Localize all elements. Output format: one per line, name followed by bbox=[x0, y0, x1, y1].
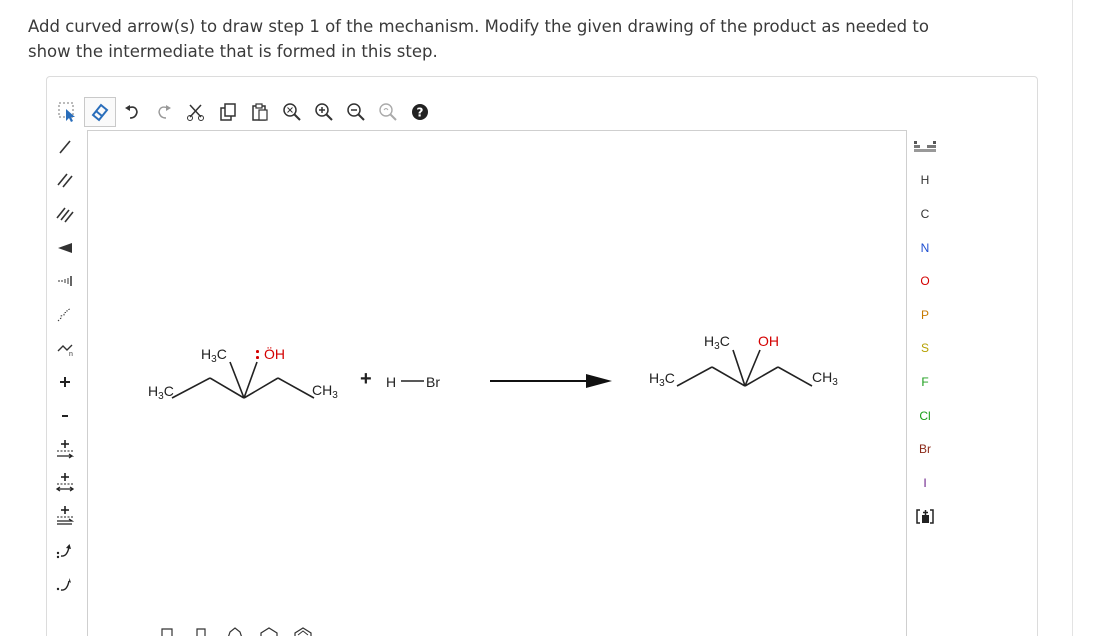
reactant-top-methyl[interactable]: H3C bbox=[201, 346, 227, 365]
product-left-methyl[interactable]: H3C bbox=[649, 370, 675, 389]
element-s[interactable]: S bbox=[908, 332, 942, 366]
paste-icon[interactable] bbox=[244, 97, 276, 127]
plus-sign: + bbox=[360, 368, 372, 390]
element-f[interactable]: F bbox=[908, 365, 942, 399]
element-n[interactable]: N bbox=[908, 231, 942, 265]
curved-arrow-single-icon[interactable] bbox=[48, 567, 82, 601]
bottom-toolbar bbox=[150, 626, 320, 636]
reactant-right-methyl[interactable]: CH3 bbox=[312, 382, 338, 401]
cyclopentane-template-icon[interactable] bbox=[218, 626, 252, 636]
reactant-left-methyl[interactable]: H3C bbox=[148, 383, 174, 402]
atom-template-icon[interactable] bbox=[908, 500, 942, 534]
positive-charge-icon[interactable] bbox=[48, 365, 82, 399]
product-hydroxyl[interactable]: OH bbox=[758, 333, 779, 349]
wedge-bond-icon[interactable] bbox=[48, 231, 82, 265]
left-toolbar: n bbox=[48, 130, 82, 600]
right-toolbar: H C N O P S F Cl Br I bbox=[908, 130, 942, 533]
product-right-methyl[interactable]: CH3 bbox=[812, 369, 838, 388]
curved-arrow-pair-icon[interactable] bbox=[48, 533, 82, 567]
negative-charge-icon[interactable] bbox=[48, 399, 82, 433]
product-top-methyl[interactable]: H3C bbox=[704, 333, 730, 352]
redo-icon[interactable] bbox=[148, 97, 180, 127]
hash-bond-icon[interactable] bbox=[48, 264, 82, 298]
reactant-hydroxyl[interactable]: ÖH bbox=[264, 346, 285, 362]
zoom-in-icon[interactable] bbox=[308, 97, 340, 127]
cyclohexane-template-icon[interactable] bbox=[252, 626, 286, 636]
double-bond-icon[interactable] bbox=[48, 164, 82, 198]
element-i[interactable]: I bbox=[908, 466, 942, 500]
zoom-fit-icon[interactable] bbox=[276, 97, 308, 127]
help-icon[interactable]: ? bbox=[404, 97, 436, 127]
cut-icon[interactable] bbox=[180, 97, 212, 127]
drawing-canvas[interactable] bbox=[87, 130, 907, 636]
clean-icon[interactable] bbox=[372, 97, 404, 127]
zoom-out-icon[interactable] bbox=[340, 97, 372, 127]
element-br[interactable]: Br bbox=[908, 432, 942, 466]
element-c[interactable]: C bbox=[908, 197, 942, 231]
add-radical-icon[interactable] bbox=[48, 466, 82, 500]
element-h[interactable]: H bbox=[908, 164, 942, 198]
erase-icon[interactable] bbox=[84, 97, 116, 127]
chain-icon[interactable]: n bbox=[48, 332, 82, 366]
select-icon[interactable] bbox=[52, 97, 84, 127]
cyclopropane-template-icon[interactable] bbox=[150, 626, 184, 636]
svg-text:n: n bbox=[69, 351, 73, 358]
svg-text:?: ? bbox=[417, 106, 424, 120]
reagent-bromine[interactable]: Br bbox=[426, 374, 440, 390]
top-toolbar: ? bbox=[52, 96, 436, 128]
oxygen-lone-pair-left-bottom bbox=[256, 356, 259, 359]
add-lone-pair-icon[interactable] bbox=[48, 432, 82, 466]
triple-bond-icon[interactable] bbox=[48, 197, 82, 231]
element-cl[interactable]: Cl bbox=[908, 399, 942, 433]
benzene-template-icon[interactable] bbox=[286, 626, 320, 636]
single-bond-icon[interactable] bbox=[48, 130, 82, 164]
wavy-bond-icon[interactable] bbox=[48, 298, 82, 332]
right-panel-divider bbox=[1072, 0, 1073, 636]
element-p[interactable]: P bbox=[908, 298, 942, 332]
oxygen-lone-pair-left-top bbox=[256, 350, 259, 353]
element-o[interactable]: O bbox=[908, 264, 942, 298]
reagent-hydrogen[interactable]: H bbox=[386, 374, 396, 390]
undo-icon[interactable] bbox=[116, 97, 148, 127]
cyclobutane-template-icon[interactable] bbox=[184, 626, 218, 636]
periodic-table-icon[interactable] bbox=[908, 130, 942, 164]
copy-icon[interactable] bbox=[212, 97, 244, 127]
question-prompt: Add curved arrow(s) to draw step 1 of th… bbox=[28, 17, 929, 61]
add-electron-icon[interactable] bbox=[48, 500, 82, 534]
